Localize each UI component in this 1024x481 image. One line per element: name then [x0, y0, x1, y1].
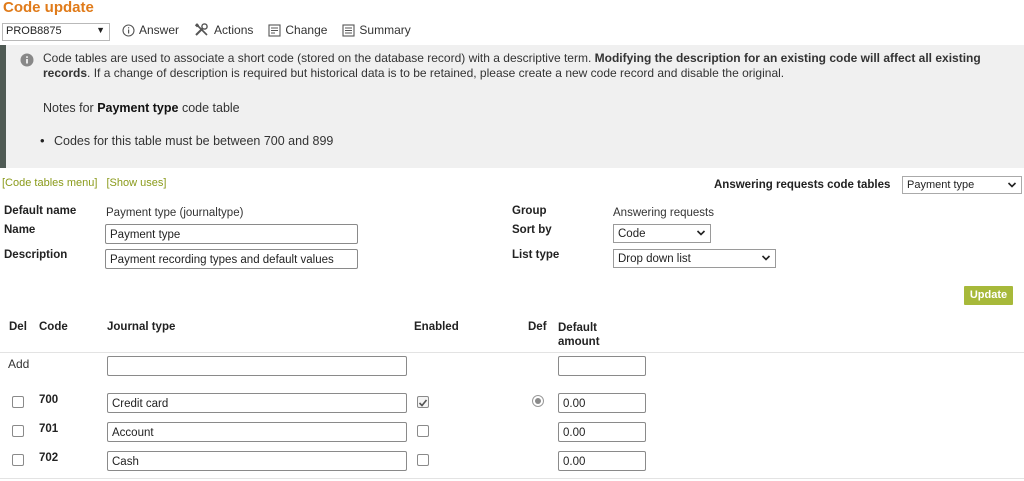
enabled-checkbox[interactable]	[417, 396, 429, 408]
notes-bullet: Codes for this table must be between 700…	[54, 134, 334, 148]
answering-requests-value: Payment type	[907, 179, 975, 191]
delete-checkbox[interactable]	[12, 396, 24, 408]
info-text-rest: . If a change of description is required…	[87, 66, 785, 80]
caret-down-icon: ▼	[96, 25, 105, 35]
list-type-select[interactable]: Drop down list	[613, 249, 776, 268]
actions-label: Actions	[214, 23, 254, 37]
name-field[interactable]: Payment type	[105, 224, 358, 244]
answer-button[interactable]: Answer	[122, 23, 179, 37]
delete-checkbox[interactable]	[12, 425, 24, 437]
journal-type-column-header: Journal type	[107, 321, 176, 333]
add-row-label: Add	[8, 357, 30, 371]
radio-selected-dot	[535, 398, 541, 404]
default-amount-field[interactable]: 0.00	[558, 393, 646, 413]
code-tables-menu-link[interactable]: [Code tables menu]	[2, 177, 97, 189]
enabled-column-header: Enabled	[414, 321, 459, 333]
info-text: Code tables are used to associate a shor…	[43, 51, 1023, 81]
group-label: Group	[512, 205, 547, 217]
default-amount-header-line1: Default	[558, 322, 597, 334]
chevron-down-icon	[761, 255, 771, 261]
info-icon	[20, 53, 34, 67]
summary-button[interactable]: Summary	[342, 23, 411, 37]
def-column-header: Def	[528, 321, 547, 333]
list-type-label: List type	[512, 249, 560, 261]
enabled-checkbox[interactable]	[417, 454, 429, 466]
show-uses-link[interactable]: [Show uses]	[106, 177, 166, 189]
journal-type-field[interactable]: Cash	[107, 451, 407, 471]
answer-label: Answer	[139, 23, 180, 37]
row-code: 700	[39, 394, 59, 406]
row-code: 702	[39, 452, 59, 464]
update-button[interactable]: Update	[964, 286, 1013, 305]
chevron-down-icon	[1007, 182, 1017, 188]
table-bottom-divider	[0, 478, 1024, 479]
journal-type-field[interactable]: Credit card	[107, 393, 407, 413]
code-column-header: Code	[39, 321, 68, 333]
record-select-value: PROB8875	[6, 25, 62, 37]
list-type-value: Drop down list	[618, 253, 691, 265]
document-icon	[268, 23, 281, 37]
answering-requests-select[interactable]: Payment type	[902, 176, 1022, 194]
default-amount-column-header: Default amount	[558, 321, 600, 349]
info-panel: Code tables are used to associate a shor…	[0, 45, 1024, 168]
row-code: 701	[39, 423, 59, 435]
links-bar: [Code tables menu] [Show uses]	[2, 177, 166, 189]
checkmark-icon	[418, 399, 428, 407]
journal-type-field[interactable]: Account	[107, 422, 407, 442]
page-title: Code update	[3, 0, 94, 16]
default-amount-field[interactable]: 0.00	[558, 451, 646, 471]
default-radio[interactable]	[532, 395, 544, 407]
enabled-checkbox[interactable]	[417, 425, 429, 437]
summary-label: Summary	[359, 23, 411, 37]
info-text-plain: Code tables are used to associate a shor…	[43, 51, 595, 65]
notes-table-name: Payment type	[97, 101, 179, 115]
record-select[interactable]: PROB8875 ▼	[2, 23, 110, 41]
add-default-amount-field[interactable]	[558, 356, 646, 376]
chevron-down-icon	[696, 230, 706, 236]
del-column-header: Del	[9, 321, 27, 333]
bullet-dot: •	[40, 133, 45, 148]
list-icon	[342, 23, 355, 37]
header-divider	[0, 352, 1024, 353]
default-amount-field[interactable]: 0.00	[558, 422, 646, 442]
delete-checkbox[interactable]	[12, 454, 24, 466]
change-label: Change	[285, 23, 328, 37]
description-field[interactable]: Payment recording types and default valu…	[105, 249, 358, 269]
answering-requests-label: Answering requests code tables	[714, 179, 891, 191]
sort-by-label: Sort by	[512, 224, 552, 236]
notes-line: Notes for Payment type code table	[43, 101, 240, 115]
tools-icon	[194, 23, 208, 36]
info-circle-icon	[122, 23, 135, 37]
notes-prefix: Notes for	[43, 101, 98, 115]
default-name-value: Payment type (journaltype)	[106, 207, 244, 219]
notes-suffix: code table	[178, 101, 240, 115]
toolbar: Answer Actions Change Summary	[122, 23, 411, 37]
sort-by-select[interactable]: Code	[613, 224, 711, 243]
default-name-label: Default name	[4, 205, 77, 217]
name-label: Name	[4, 224, 36, 236]
description-label: Description	[4, 249, 68, 261]
sort-by-value: Code	[618, 228, 646, 240]
default-amount-header-line2: amount	[558, 336, 600, 348]
actions-button[interactable]: Actions	[194, 23, 253, 37]
group-value: Answering requests	[613, 207, 714, 219]
change-button[interactable]: Change	[268, 23, 327, 37]
add-journal-type-field[interactable]	[107, 356, 407, 376]
